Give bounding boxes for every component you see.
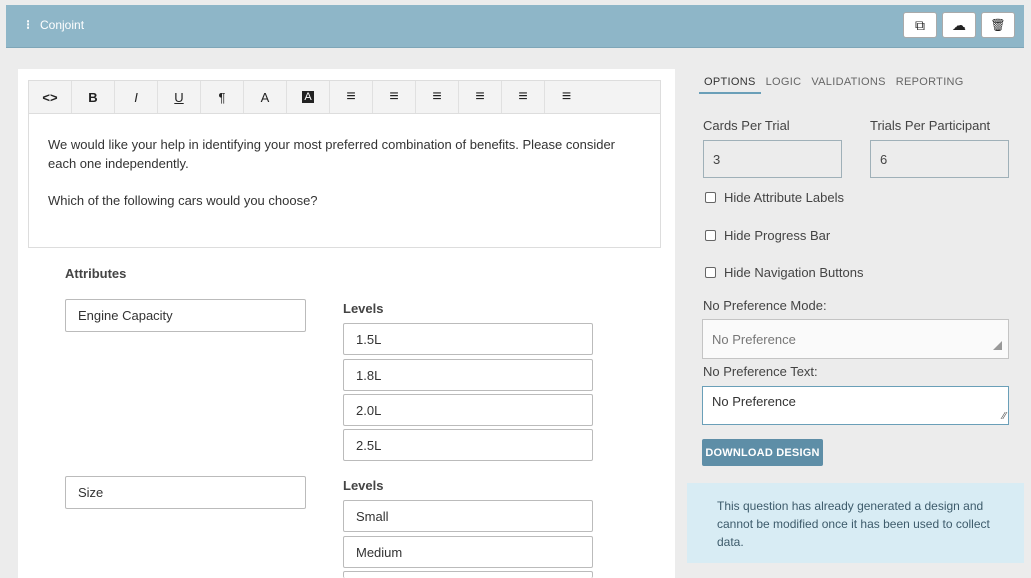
bullet-list-icon: ≡ — [346, 88, 356, 105]
level-input[interactable]: 2.0L — [343, 394, 593, 426]
resize-handle-icon[interactable]: ⁄⁄ — [1003, 411, 1006, 422]
numbered-list-icon: ≡ — [389, 88, 399, 105]
no-preference-mode-select[interactable]: No Preference — [702, 319, 1009, 359]
upload-button[interactable]: ☁ — [942, 12, 976, 38]
design-locked-notice: This question has already generated a de… — [687, 483, 1024, 563]
attribute-name-input[interactable]: Size — [65, 476, 306, 509]
resize-corner-icon — [993, 341, 1002, 350]
font-color-icon: A — [260, 89, 270, 105]
align-right-icon: ≡ — [518, 88, 528, 105]
bold-button[interactable]: B — [72, 81, 115, 113]
level-input[interactable] — [343, 571, 593, 578]
trash-icon: 🗑 — [990, 18, 1006, 32]
level-input[interactable]: 1.8L — [343, 359, 593, 391]
numbered-list-button[interactable]: ≡ — [373, 81, 416, 113]
paragraph-format-button[interactable]: ¶ — [201, 81, 244, 113]
align-right-button[interactable]: ≡ — [502, 81, 545, 113]
bullet-list-button[interactable]: ≡ — [330, 81, 373, 113]
settings-panel: OPTIONS LOGIC VALIDATIONS REPORTING Card… — [687, 69, 1024, 578]
background-color-button[interactable]: A — [287, 81, 330, 113]
cards-per-trial-label: Cards Per Trial — [703, 118, 790, 133]
level-input[interactable]: 1.5L — [343, 323, 593, 355]
rich-text-toolbar: <> B I U ¶ A A ≡ ≡ ≡ ≡ ≡ ≡ — [28, 80, 661, 114]
levels-label: Levels — [343, 301, 384, 316]
checkbox-label: Hide Navigation Buttons — [724, 265, 864, 280]
question-text-editor[interactable]: We would like your help in identifying y… — [28, 114, 661, 248]
align-center-icon: ≡ — [475, 88, 485, 105]
align-left-icon: ≡ — [432, 88, 442, 105]
justify-button[interactable]: ≡ — [545, 81, 588, 113]
textarea-value: No Preference — [712, 394, 796, 409]
italic-icon: I — [134, 89, 138, 105]
font-color-button[interactable]: A — [244, 81, 287, 113]
no-preference-text-input[interactable]: No Preference ⁄⁄ — [702, 386, 1009, 425]
trials-per-participant-label: Trials Per Participant — [870, 118, 991, 133]
underline-button[interactable]: U — [158, 81, 201, 113]
tab-options[interactable]: OPTIONS — [699, 76, 761, 94]
cards-per-trial-input[interactable]: 3 — [703, 140, 842, 178]
checkbox-box[interactable] — [705, 230, 716, 241]
italic-button[interactable]: I — [115, 81, 158, 113]
levels-label: Levels — [343, 478, 384, 493]
no-preference-mode-label: No Preference Mode: — [703, 298, 827, 313]
tab-reporting[interactable]: REPORTING — [891, 76, 969, 94]
align-left-button[interactable]: ≡ — [416, 81, 459, 113]
attributes-heading: Attributes — [65, 266, 127, 281]
question-editor-panel: <> B I U ¶ A A ≡ ≡ ≡ ≡ ≡ ≡ We would like… — [18, 69, 675, 578]
level-input[interactable]: Small — [343, 500, 593, 532]
hide-attribute-labels-checkbox[interactable]: Hide Attribute Labels — [705, 190, 844, 205]
question-header: ⁝ Conjoint ⧉ ☁ 🗑 — [6, 5, 1024, 48]
bold-icon: B — [88, 89, 98, 105]
background-color-icon: A — [302, 91, 314, 103]
checkbox-label: Hide Attribute Labels — [724, 190, 844, 205]
trials-per-participant-input[interactable]: 6 — [870, 140, 1009, 178]
level-input[interactable]: Medium — [343, 536, 593, 568]
paragraph-format-icon: ¶ — [218, 89, 226, 105]
level-input[interactable]: 2.5L — [343, 429, 593, 461]
align-center-button[interactable]: ≡ — [459, 81, 502, 113]
no-preference-text-label: No Preference Text: — [703, 364, 818, 379]
tab-logic[interactable]: LOGIC — [761, 76, 807, 94]
question-paragraph: We would like your help in identifying y… — [48, 137, 616, 171]
delete-button[interactable]: 🗑 — [981, 12, 1015, 38]
code-view-icon: <> — [42, 89, 58, 105]
question-title: Conjoint — [40, 18, 85, 32]
checkbox-label: Hide Progress Bar — [724, 228, 831, 243]
copy-button[interactable]: ⧉ — [903, 12, 937, 38]
attribute-name-input[interactable]: Engine Capacity — [65, 299, 306, 332]
underline-icon: U — [174, 89, 184, 105]
download-design-button[interactable]: DOWNLOAD DESIGN — [702, 439, 823, 466]
checkbox-box[interactable] — [705, 267, 716, 278]
vertical-dots-icon[interactable]: ⁝ — [26, 17, 30, 33]
select-value: No Preference — [712, 331, 796, 347]
justify-icon: ≡ — [561, 88, 572, 105]
tab-validations[interactable]: VALIDATIONS — [806, 76, 890, 94]
settings-tabs: OPTIONS LOGIC VALIDATIONS REPORTING — [699, 76, 978, 94]
cloud-upload-icon: ☁ — [952, 16, 966, 33]
hide-navigation-buttons-checkbox[interactable]: Hide Navigation Buttons — [705, 265, 863, 280]
checkbox-box[interactable] — [705, 192, 716, 203]
code-view-button[interactable]: <> — [29, 81, 72, 113]
hide-progress-bar-checkbox[interactable]: Hide Progress Bar — [705, 228, 830, 243]
question-prompt: Which of the following cars would you ch… — [48, 193, 318, 208]
copy-icon: ⧉ — [915, 16, 925, 33]
